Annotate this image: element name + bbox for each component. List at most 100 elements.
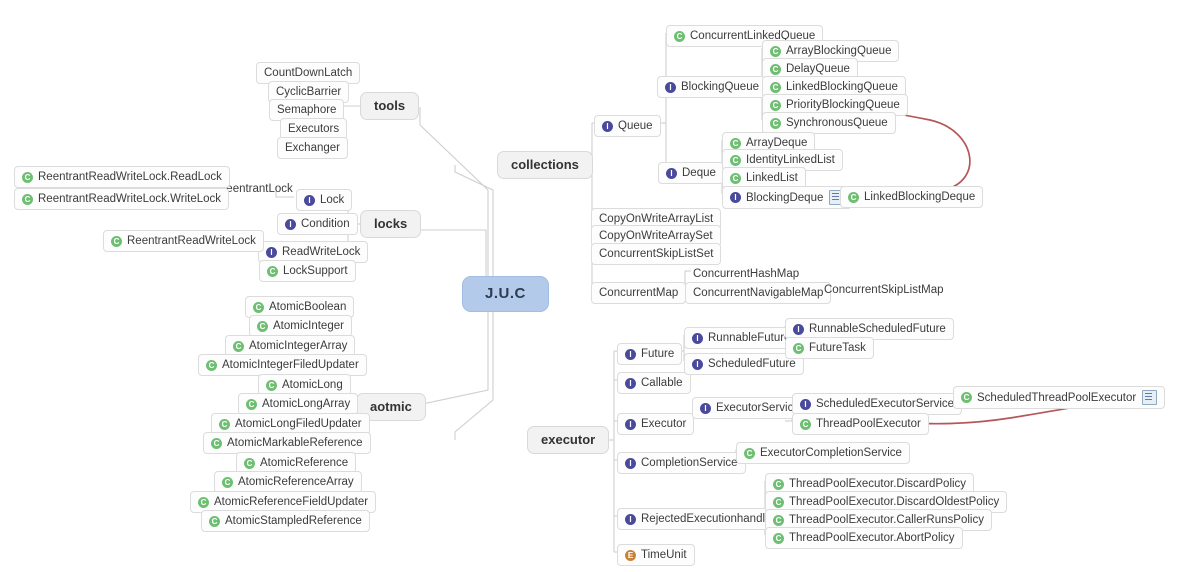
interface-icon: I (666, 167, 677, 179)
node-atomicreferencearray[interactable]: C AtomicReferenceArray (214, 471, 362, 493)
node-scheduledexecutorservice[interactable]: I ScheduledExecutorService (792, 393, 963, 415)
class-icon: C (770, 117, 781, 129)
node-label: RunnableFuture (708, 332, 791, 344)
class-icon: C (22, 171, 33, 183)
node-atomicmarkablereference[interactable]: C AtomicMarkableReference (203, 432, 371, 454)
class-icon: C (219, 418, 230, 430)
class-icon: C (848, 191, 859, 203)
node-exchanger[interactable]: Exchanger (277, 137, 348, 159)
node-completionservice[interactable]: I CompletionService (617, 452, 746, 474)
branch-label-executor: executor (541, 432, 596, 447)
node-blockingqueue[interactable]: I BlockingQueue (657, 76, 767, 98)
branch-node-locks[interactable]: locks (360, 210, 422, 238)
node-label: AtomicIntegerArray (249, 340, 348, 352)
class-icon: C (744, 447, 755, 459)
node-label: Lock (320, 194, 345, 206)
node-atomiclongarray[interactable]: C AtomicLongArray (238, 393, 359, 415)
class-icon: C (246, 398, 257, 410)
class-icon: C (244, 457, 255, 469)
node-timeunit[interactable]: E TimeUnit (617, 544, 695, 566)
node-reentrantreadwritelock-readlock[interactable]: C ReentrantReadWriteLock.ReadLock (14, 166, 230, 188)
node-atomicstampledreference[interactable]: C AtomicStampledReference (201, 510, 370, 532)
node-concurrentmap[interactable]: ConcurrentMap (591, 282, 687, 304)
node-locksupport[interactable]: C LockSupport (259, 260, 356, 282)
node-linkedblockingdeque[interactable]: C LinkedBlockingDeque (840, 186, 984, 208)
mindmap-canvas: J.U.C tools locks aotmic collections exe… (0, 0, 1200, 572)
node-label: AtomicLong (282, 379, 343, 391)
node-callable[interactable]: I Callable (617, 372, 691, 394)
note-icon[interactable] (1142, 390, 1158, 405)
class-icon: C (730, 154, 741, 166)
node-reentrantreadwritelock-writelock[interactable]: C ReentrantReadWriteLock.WriteLock (14, 188, 230, 210)
node-blockingdeque[interactable]: I BlockingDeque (722, 186, 853, 209)
node-runnablefuture[interactable]: I RunnableFuture (684, 327, 799, 349)
node-executorservice[interactable]: I ExecutorService (692, 397, 808, 419)
node-rejectedexecutionhandler[interactable]: I RejectedExecutionhandler (617, 508, 784, 530)
node-concurrentskiplistset[interactable]: ConcurrentSkipListSet (591, 243, 722, 265)
node-atomicintegerfiledupdater[interactable]: C AtomicIntegerFiledUpdater (198, 354, 367, 376)
branch-node-tools[interactable]: tools (360, 92, 420, 120)
class-icon: C (674, 30, 685, 42)
node-future[interactable]: I Future (617, 343, 683, 365)
class-icon: C (773, 496, 784, 508)
node-label: RunnableScheduledFuture (809, 323, 946, 335)
class-icon: C (730, 172, 741, 184)
node-label: CopyOnWriteArrayList (599, 213, 714, 225)
class-icon: C (730, 137, 741, 149)
branch-node-collections[interactable]: collections (497, 151, 593, 179)
node-threadpoolexecutor[interactable]: C ThreadPoolExecutor (792, 413, 929, 435)
node-label: Executors (288, 123, 340, 135)
interface-icon: I (266, 246, 277, 258)
node-label: LockSupport (283, 265, 348, 277)
node-executorcompletionservice[interactable]: C ExecutorCompletionService (736, 442, 910, 464)
root-node-juc[interactable]: J.U.C (462, 276, 549, 312)
node-label: ArrayDeque (746, 137, 808, 149)
node-queue[interactable]: I Queue (594, 115, 661, 137)
node-synchronousqueue[interactable]: C SynchronousQueue (762, 112, 896, 134)
interface-icon: I (602, 120, 613, 132)
interface-icon: I (625, 457, 636, 469)
link-root-tools (419, 107, 489, 278)
class-icon: C (266, 379, 277, 391)
node-atomicinteger[interactable]: C AtomicInteger (249, 315, 352, 337)
node-label: AtomicMarkableReference (227, 437, 363, 449)
node-label: SynchronousQueue (786, 117, 888, 129)
node-reentrantreadwritelock[interactable]: C ReentrantReadWriteLock (103, 230, 264, 252)
class-icon: C (267, 265, 278, 277)
node-label: AtomicLongArray (262, 398, 351, 410)
node-label: ThreadPoolExecutor (816, 418, 921, 430)
node-threadpoolexecutor-abortpolicy[interactable]: C ThreadPoolExecutor.AbortPolicy (765, 527, 963, 549)
node-lock[interactable]: I Lock (296, 189, 353, 211)
interface-icon: I (730, 192, 741, 203)
node-label: CountDownLatch (264, 67, 353, 79)
node-concurrentskiplistmap[interactable]: ConcurrentSkipListMap (816, 279, 952, 301)
node-label: ConcurrentHashMap (693, 268, 800, 280)
interface-icon: I (793, 323, 804, 335)
node-label: Exchanger (285, 142, 340, 154)
node-executor[interactable]: I Executor (617, 413, 695, 435)
node-futuretask[interactable]: C FutureTask (785, 337, 874, 359)
class-icon: C (111, 235, 122, 247)
node-label: AtomicStampledReference (225, 515, 362, 527)
branch-label-collections: collections (511, 157, 579, 172)
node-label: ConcurrentMap (599, 287, 679, 299)
class-icon: C (233, 340, 244, 352)
class-icon: C (773, 532, 784, 544)
node-label: LinkedList (746, 172, 798, 184)
root-label: J.U.C (485, 285, 526, 302)
node-label: AtomicLongFiledUpdater (235, 418, 362, 430)
interface-icon: I (665, 81, 676, 93)
interface-icon: I (800, 398, 811, 410)
node-condition[interactable]: I Condition (277, 213, 358, 235)
node-label: ReentrantReadWriteLock (127, 235, 256, 247)
branch-node-executor[interactable]: executor (527, 426, 610, 454)
node-label: PriorityBlockingQueue (786, 99, 900, 111)
interface-icon: I (304, 194, 315, 206)
node-scheduledthreadpoolexecutor[interactable]: C ScheduledThreadPoolExecutor (953, 386, 1166, 409)
node-label: CopyOnWriteArraySet (599, 230, 713, 242)
node-label: Queue (618, 120, 653, 132)
node-concurrentnavigablemap[interactable]: ConcurrentNavigableMap (685, 282, 832, 304)
node-label: CyclicBarrier (276, 86, 342, 98)
interface-icon: I (625, 377, 636, 389)
node-deque[interactable]: I Deque (658, 162, 724, 184)
